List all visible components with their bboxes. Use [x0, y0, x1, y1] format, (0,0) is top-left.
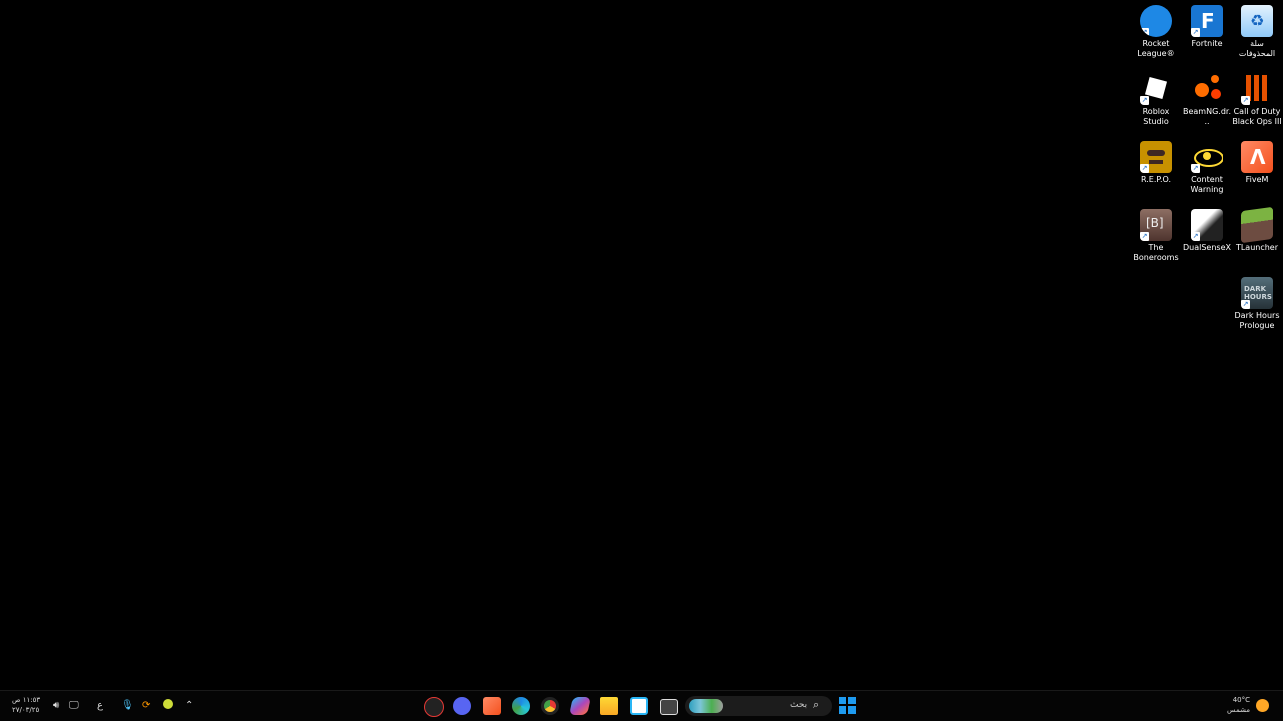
- search-highlight-icon: [689, 699, 723, 713]
- chevron-up-icon[interactable]: ⌃: [185, 698, 193, 714]
- discord-icon[interactable]: [453, 697, 471, 715]
- desktop-icon-bonerooms[interactable]: [B] ↗ The Bonerooms: [1131, 209, 1181, 263]
- rocket-league-icon: ↗: [1140, 5, 1172, 37]
- edge-icon[interactable]: [512, 697, 530, 715]
- desktop-icon-beamng[interactable]: BeamNG.dr...: [1182, 73, 1232, 127]
- desktop-icon-content-warning[interactable]: ↗ Content Warning: [1182, 141, 1232, 195]
- task-view-icon[interactable]: [660, 699, 678, 715]
- start-button[interactable]: [839, 697, 856, 714]
- desktop-icon-recycle-bin[interactable]: ♻ سلة المحذوفات: [1232, 5, 1282, 59]
- desktop-icon-fortnite[interactable]: F ↗ Fortnite: [1182, 5, 1232, 49]
- content-warning-icon: ↗: [1191, 141, 1223, 173]
- bonerooms-icon: [B] ↗: [1140, 209, 1172, 241]
- folder-icon[interactable]: [600, 697, 618, 715]
- search-icon: ⌕: [813, 698, 820, 711]
- tray-app-icon[interactable]: [163, 699, 173, 709]
- volume-icon[interactable]: 🔊︎: [53, 698, 59, 714]
- desktop-icon-tlauncher[interactable]: TLauncher: [1232, 206, 1282, 253]
- search-box[interactable]: بحث ⌕: [685, 696, 832, 716]
- weather-temperature: 40°C: [1232, 696, 1250, 704]
- weather-condition: مشمس: [1227, 706, 1250, 714]
- beamng-icon: [1191, 73, 1223, 105]
- taskbar: ١١:٥٣ ص ٢٧/٠٣/٢٥ 🔊︎ 🖵︎ ع 🎙︎ ⟳ ⌃ بحث ⌕ 40…: [0, 690, 1283, 721]
- store-icon[interactable]: [630, 697, 648, 715]
- dark-hours-icon: DARK HOURS ↗: [1241, 277, 1273, 309]
- clock-time: ١١:٥٣ ص: [12, 696, 41, 704]
- fivem-taskbar-icon[interactable]: [483, 697, 501, 715]
- call-of-duty-icon: ↗: [1241, 73, 1273, 105]
- tlauncher-icon: [1241, 206, 1273, 244]
- microphone-icon[interactable]: 🎙︎: [121, 698, 134, 714]
- desktop-icon-call-of-duty[interactable]: ↗ Call of Duty Black Ops III: [1232, 73, 1282, 127]
- clock-date: ٢٧/٠٣/٢٥: [12, 706, 40, 714]
- roblox-studio-icon: ↗: [1140, 73, 1172, 105]
- chrome-icon[interactable]: [541, 697, 559, 715]
- search-placeholder: بحث: [790, 700, 808, 710]
- desktop-icon-repo[interactable]: ↗ R.E.P.O.: [1131, 141, 1181, 185]
- sun-icon: [1256, 699, 1269, 712]
- network-icon[interactable]: 🖵︎: [69, 698, 79, 714]
- desktop-icon-dark-hours[interactable]: DARK HOURS ↗ Dark Hours Prologue: [1232, 277, 1282, 331]
- desktop-icon-rocket-league[interactable]: ↗ Rocket League®: [1131, 5, 1181, 59]
- windows-icon: [839, 697, 856, 714]
- fortnite-icon: F ↗: [1191, 5, 1223, 37]
- desktop-icon-dualsensex[interactable]: ↗ DualSenseX: [1182, 209, 1232, 253]
- sync-icon[interactable]: ⟳: [142, 698, 150, 714]
- repo-icon: ↗: [1140, 141, 1172, 173]
- desktop-icon-fivem[interactable]: Λ FiveM: [1232, 141, 1282, 185]
- fivem-icon: Λ: [1241, 141, 1273, 173]
- desktop-icon-roblox-studio[interactable]: ↗ Roblox Studio: [1131, 73, 1181, 127]
- dualsensex-icon: ↗: [1191, 209, 1223, 241]
- copilot-icon[interactable]: [569, 697, 591, 715]
- language-indicator[interactable]: ع: [97, 698, 103, 714]
- clock-app-icon[interactable]: [424, 697, 444, 717]
- recycle-bin-icon: ♻: [1241, 5, 1273, 37]
